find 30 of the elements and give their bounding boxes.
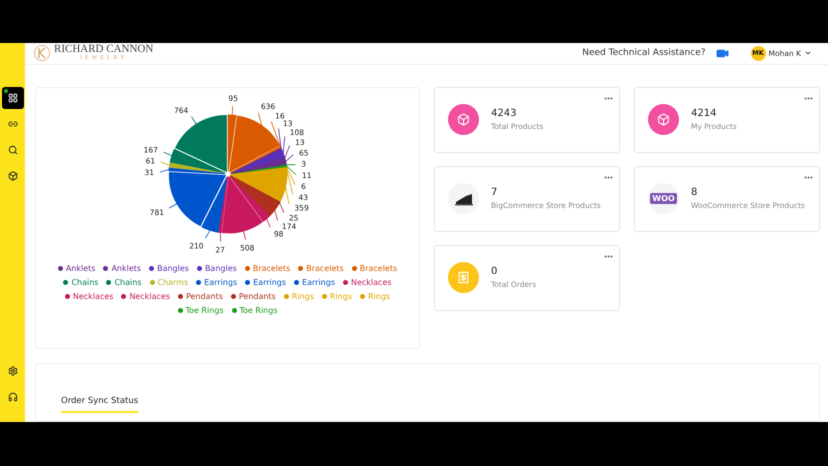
legend-label: Bracelets <box>306 264 344 273</box>
legend-label: Bangles <box>157 264 189 273</box>
legend-label: Earrings <box>204 278 238 287</box>
stat-value: 7 <box>491 187 498 198</box>
legend-label: Necklaces <box>350 278 392 287</box>
legend-label: Rings <box>292 292 314 301</box>
legend-label: Pendants <box>238 292 276 301</box>
legend-label: Toe Rings <box>186 306 224 315</box>
legend-label: Earrings <box>302 278 335 287</box>
legend-label: Necklaces <box>129 292 170 301</box>
legend-label: Rings <box>368 292 390 301</box>
stat-value: 4243 <box>491 108 518 120</box>
legend-label: Bracelets <box>252 264 290 273</box>
stat-value: 8 <box>691 187 698 198</box>
legend-label: Anklets <box>66 264 96 273</box>
legend-label: Anklets <box>111 264 142 273</box>
brand-name: RICHARD CANNON <box>54 44 154 56</box>
legend-label: Rings <box>330 292 352 301</box>
legend-label: Charms <box>158 278 188 287</box>
stat-value: 0 <box>491 266 498 278</box>
legend-label: Pendants <box>186 292 223 301</box>
legend-label: Necklaces <box>72 292 114 301</box>
legend-label: Earrings <box>253 278 286 287</box>
legend-label: Bracelets <box>360 264 398 273</box>
stat-value: 4214 <box>691 108 718 120</box>
woo-logo: WOO <box>650 193 677 204</box>
legend-label: Chains <box>114 278 142 287</box>
legend-label: Chains <box>71 278 98 287</box>
legend-label: Bangles <box>204 264 237 273</box>
legend-label: Toe Rings <box>240 306 278 315</box>
